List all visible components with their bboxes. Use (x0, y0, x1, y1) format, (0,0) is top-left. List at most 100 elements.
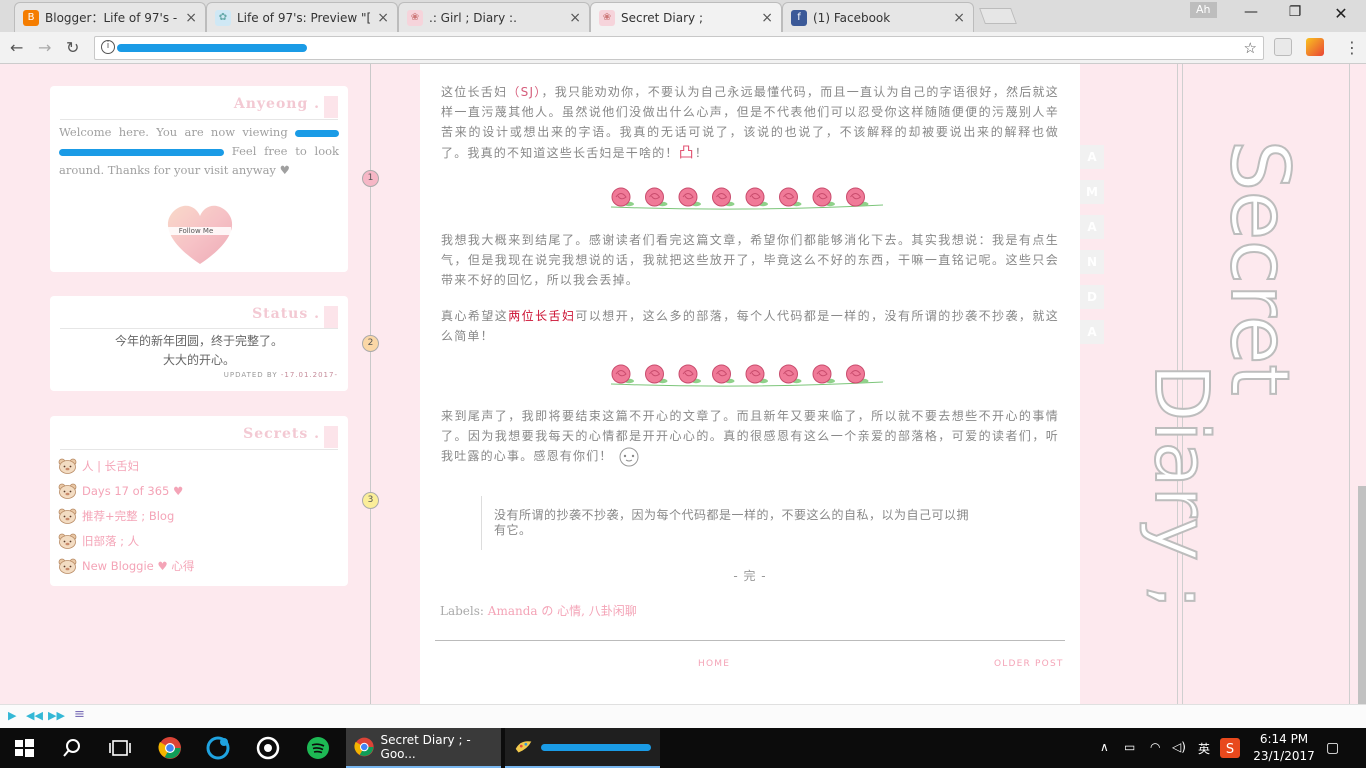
secret-link[interactable]: 推荐+完整 ; Blog (58, 508, 174, 524)
forward-icon[interactable]: → (38, 38, 51, 57)
maximize-icon[interactable]: ❐ (1272, 4, 1318, 20)
windows-start-icon[interactable] (12, 736, 36, 760)
side-letter: A (1080, 215, 1104, 239)
side-letter: A (1080, 320, 1104, 344)
task-view-icon[interactable] (108, 736, 132, 760)
notification-icon[interactable]: ▢ (1326, 740, 1339, 756)
widget-title: Secrets . (243, 426, 320, 442)
tab-strip: B Blogger：Life of 97's - 仓 × ✿ Life of 9… (0, 0, 1366, 32)
play-icon[interactable]: ▶ (8, 709, 16, 722)
anyeong-widget: Anyeong . Welcome here. You are now view… (50, 86, 348, 272)
rose-divider (610, 187, 884, 210)
reload-icon[interactable]: ↻ (66, 38, 79, 57)
bookmark-star-icon[interactable]: ☆ (1244, 39, 1257, 57)
title-decoration (324, 96, 338, 118)
secret-link[interactable]: Days 17 of 365 ♥ (58, 483, 183, 499)
next-icon[interactable]: ▶▶ (48, 709, 65, 722)
close-icon[interactable]: × (953, 10, 965, 26)
updated-stamp: UPDATED BY -17.01.2017- (223, 371, 338, 379)
home-link[interactable]: HOME (698, 659, 730, 669)
tab-blogger[interactable]: B Blogger：Life of 97's - 仓 × (14, 2, 206, 32)
chrome-icon[interactable] (158, 736, 182, 760)
bubble-1: 1 (362, 170, 379, 187)
previous-icon[interactable]: ◀◀ (26, 709, 43, 722)
back-icon[interactable]: ← (10, 38, 23, 57)
extension-icon[interactable] (1274, 38, 1292, 56)
taskbar-app-paint[interactable] (505, 728, 660, 768)
bubble-2: 2 (362, 335, 379, 352)
older-post-link[interactable]: OLDER POST (994, 659, 1064, 669)
address-bar[interactable]: i ☆ (94, 36, 1264, 60)
minimize-icon[interactable]: — (1228, 4, 1274, 20)
status-widget: Status . 今年的新年团圆，终于完整了。 大大的开心。 UPDATED B… (50, 296, 348, 391)
post-content: 这位长舌妇（SJ），我只能劝劝你，不要认为自己永远最懂代码，而且一直认为自己的字… (420, 64, 1080, 704)
profile-button[interactable]: Ah (1190, 2, 1217, 18)
blog-title-secret: Secret (1212, 139, 1307, 397)
ime-app-icon[interactable]: S (1220, 738, 1240, 758)
music-player-bar: ▶ ◀◀ ▶▶ ≡ (0, 704, 1366, 728)
title-decoration (324, 306, 338, 328)
new-tab-button[interactable] (979, 8, 1017, 24)
tab-title: (1) Facebook (813, 10, 891, 25)
spotify-icon[interactable] (306, 736, 330, 760)
scrollbar-thumb[interactable] (1358, 486, 1366, 704)
divider (60, 449, 338, 450)
tab-preview[interactable]: ✿ Life of 97's: Preview "[友 × (206, 2, 398, 32)
side-letter: N (1080, 250, 1104, 274)
secret-link[interactable]: 旧部落 ; 人 (58, 533, 139, 549)
close-icon[interactable]: × (185, 10, 197, 26)
bubble-3: 3 (362, 492, 379, 509)
clock-time[interactable]: 6:14 PM (1252, 732, 1316, 746)
toolbar: ← → ↻ i ☆ (0, 32, 1366, 64)
extension-icon[interactable] (1306, 38, 1324, 56)
tab-title: .: Girl ; Diary :. (429, 10, 517, 25)
tab-facebook[interactable]: f (1) Facebook × (782, 2, 974, 32)
secret-label: 旧部落 ; 人 (82, 534, 140, 548)
window-close-icon[interactable]: ✕ (1318, 4, 1364, 23)
battery-icon[interactable]: ▭ (1124, 740, 1135, 754)
edge-like-icon[interactable] (206, 736, 230, 760)
bear-icon (58, 508, 77, 524)
widget-title: Status . (252, 306, 320, 322)
decor-line (1349, 64, 1350, 704)
tray-chevron-icon[interactable]: ∧ (1100, 740, 1109, 754)
info-icon[interactable]: i (101, 40, 115, 54)
bear-icon (58, 558, 77, 574)
side-letter: M (1080, 180, 1104, 204)
tab-secret-diary[interactable]: ❀ Secret Diary ; × (590, 2, 782, 32)
menu-icon[interactable]: ⋮ (1344, 38, 1360, 57)
playlist-icon[interactable]: ≡ (74, 707, 85, 722)
redacted-text (541, 743, 651, 751)
facebook-icon: f (791, 9, 807, 26)
search-icon[interactable] (60, 736, 84, 760)
chrome-icon (354, 737, 374, 757)
tab-girl-diary[interactable]: ❀ .: Girl ; Diary :. × (398, 2, 590, 32)
timeline-line (370, 64, 371, 704)
media-app-icon[interactable] (256, 736, 280, 760)
secret-label: 人 | 长舌妇 (82, 459, 140, 473)
label-link[interactable]: Amanda の 心情, 八卦闲聊 (488, 604, 637, 618)
volume-icon[interactable]: ◁) (1172, 740, 1186, 754)
ime-indicator[interactable]: 英 (1198, 740, 1210, 757)
secret-link[interactable]: 人 | 长舌妇 (58, 458, 139, 474)
clock-date[interactable]: 23/1/2017 (1252, 749, 1316, 763)
rose-divider (610, 364, 884, 387)
tab-title: Secret Diary ; (621, 10, 703, 25)
secrets-widget: Secrets . 人 | 长舌妇 Days 17 of 365 ♥ 推荐+完整 ;… (50, 416, 348, 586)
close-icon[interactable]: × (761, 10, 773, 26)
tab-title: Life of 97's: Preview "[友 (237, 11, 372, 25)
secret-link[interactable]: New Bloggie ♥ 心得 (58, 558, 194, 574)
close-icon[interactable]: × (377, 10, 389, 26)
side-letter: D (1080, 285, 1104, 309)
post-paragraph: 真心希望这两位长舌妇可以想开，这么多的部落，每个人代码都是一样的，没有所谓的抄袭… (441, 309, 1059, 343)
wifi-icon[interactable]: ◠ (1150, 740, 1160, 754)
taskbar-app-chrome[interactable]: Secret Diary ; - Goo... (346, 728, 501, 768)
taskbar-app-title: Secret Diary ; - Goo... (380, 733, 471, 761)
follow-me-button[interactable]: Follow Me (161, 200, 239, 268)
post-paragraph: 我想我大概来到结尾了。感谢读者们看完这篇文章，希望你们都能够消化下去。其实我想说… (441, 233, 1059, 287)
redacted-text (59, 148, 224, 156)
blog-favicon: ❀ (407, 9, 423, 26)
divider (435, 640, 1065, 641)
redacted-text (295, 129, 339, 137)
close-icon[interactable]: × (569, 10, 581, 26)
